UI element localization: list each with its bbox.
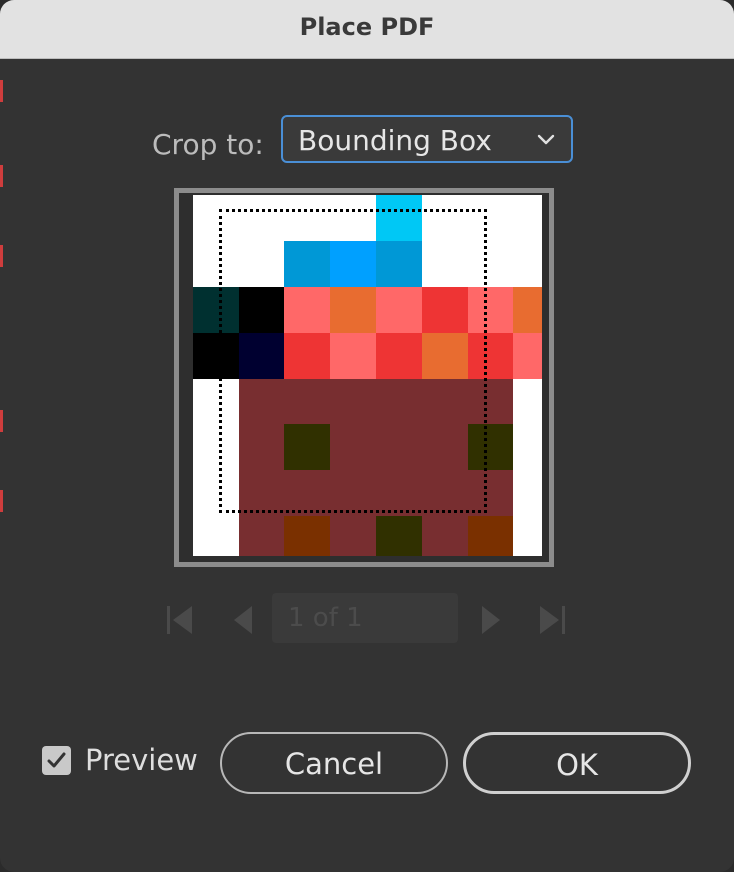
page-number-text: 1 of 1	[288, 603, 363, 633]
preview-pixel	[513, 333, 542, 379]
next-page-icon[interactable]	[474, 600, 506, 640]
chevron-down-icon	[537, 134, 555, 145]
last-page-icon[interactable]	[536, 600, 568, 640]
cancel-button[interactable]: Cancel	[220, 732, 448, 794]
preview-pixel	[376, 516, 422, 556]
page-number-field[interactable]: 1 of 1	[272, 593, 458, 643]
dialog-title: Place PDF	[299, 13, 435, 41]
preview-pixel	[422, 516, 468, 556]
ok-button[interactable]: OK	[463, 732, 691, 794]
background-edge-mark	[0, 245, 3, 267]
background-edge-mark	[0, 410, 3, 432]
crop-to-label: Crop to:	[152, 128, 264, 161]
preview-checkbox[interactable]	[42, 746, 71, 775]
previous-page-icon[interactable]	[228, 600, 260, 640]
preview-label: Preview	[85, 743, 198, 777]
preview-pixel	[330, 516, 376, 556]
preview-pixel	[513, 287, 542, 333]
dialog-titlebar: Place PDF	[0, 0, 734, 59]
background-edge-mark	[0, 165, 3, 187]
preview-pixel	[239, 516, 284, 556]
checkmark-icon	[47, 752, 66, 768]
place-pdf-dialog: Place PDF Crop to: Bounding Box 1 of 1 P…	[0, 0, 734, 872]
first-page-icon[interactable]	[164, 600, 196, 640]
background-edge-mark	[0, 80, 3, 102]
bounding-box-outline[interactable]	[219, 209, 487, 513]
preview-pixel	[468, 516, 513, 556]
crop-to-selected-value: Bounding Box	[298, 124, 492, 157]
background-edge-mark	[0, 490, 3, 512]
crop-to-select[interactable]: Bounding Box	[281, 115, 573, 163]
preview-pixel	[284, 516, 330, 556]
